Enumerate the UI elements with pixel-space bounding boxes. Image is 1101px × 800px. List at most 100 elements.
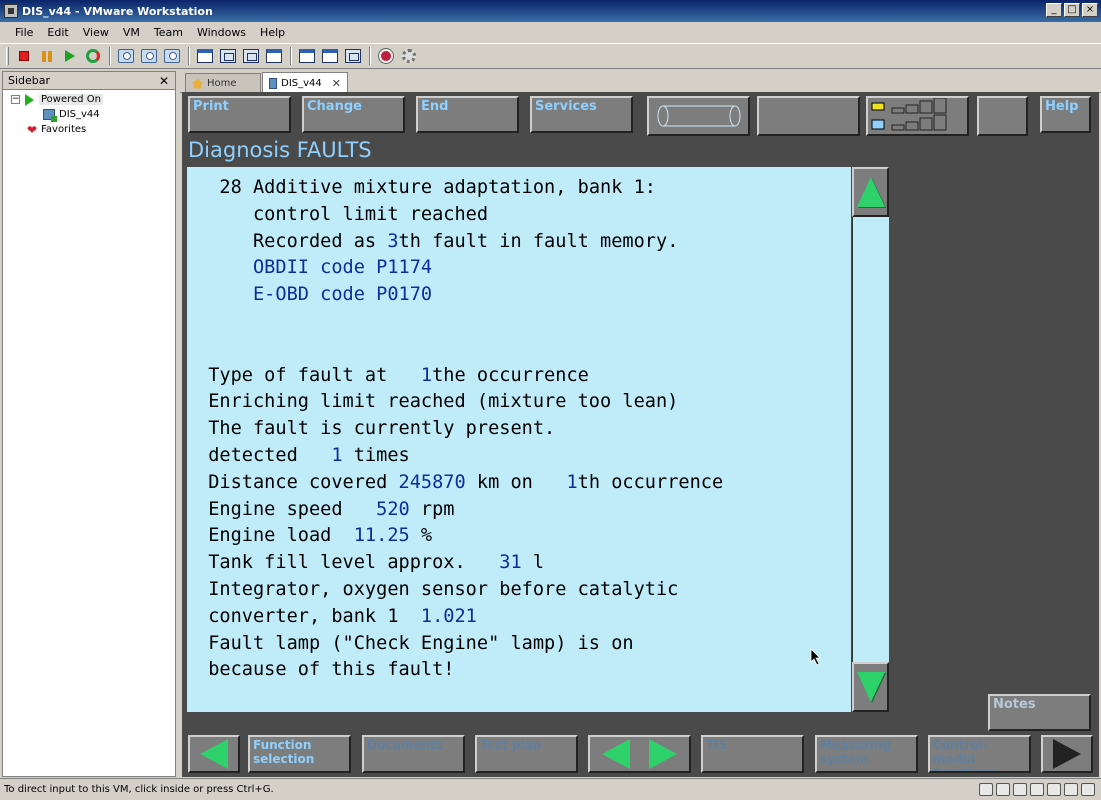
services-button[interactable]: Services xyxy=(530,96,633,133)
page-navigation-button[interactable] xyxy=(588,735,691,773)
menu-edit[interactable]: Edit xyxy=(40,26,75,39)
record-button[interactable] xyxy=(375,46,397,66)
test-plan-button[interactable]: Test plan xyxy=(475,735,578,773)
unity-icon xyxy=(266,49,282,63)
toolbar-grip[interactable] xyxy=(6,47,9,65)
arrow-up-icon xyxy=(856,177,885,207)
close-button[interactable]: × xyxy=(1082,3,1098,17)
sidebar-close-icon[interactable]: ✕ xyxy=(159,74,169,88)
cd-rom-icon[interactable] xyxy=(996,783,1010,796)
measuring-label-2: system xyxy=(820,752,869,766)
documents-button[interactable]: Documents xyxy=(362,735,465,773)
end-button[interactable]: End xyxy=(416,96,519,133)
load-suffix: % xyxy=(409,525,433,547)
gear-icon xyxy=(402,49,416,63)
recorded-suffix: th fault in fault memory. xyxy=(398,230,679,252)
integrator-value: 1.021 xyxy=(420,605,477,627)
reset-button[interactable] xyxy=(82,46,104,66)
collapse-icon[interactable]: − xyxy=(11,95,20,104)
revert-snapshot-button[interactable] xyxy=(138,46,160,66)
eobd-code: E-OBD code P0170 xyxy=(252,284,433,306)
tree-vm-item[interactable]: DIS_v44 xyxy=(11,107,175,122)
tab-vm[interactable]: DIS_v44 ✕ xyxy=(262,72,348,93)
tank-value: 31 xyxy=(499,552,522,574)
integrator-prefix: converter, bank 1 xyxy=(208,605,421,627)
fault-line: because of this fault! xyxy=(197,659,454,680)
speed-suffix: rpm xyxy=(409,498,455,520)
window-title: DIS_v44 - VMware Workstation xyxy=(22,4,213,18)
fault-line: Enriching limit reached (mixture too lea… xyxy=(197,391,678,412)
floppy-icon[interactable] xyxy=(1013,783,1027,796)
back-button[interactable] xyxy=(188,735,240,773)
powered-on-icon xyxy=(25,93,34,106)
sound-icon[interactable] xyxy=(1064,783,1078,796)
title-bar: DIS_v44 - VMware Workstation _ □ × xyxy=(0,0,1101,22)
speed-value: 520 xyxy=(376,498,410,520)
tis-button[interactable]: TIS xyxy=(701,735,804,773)
control-label-2: functions xyxy=(933,766,997,773)
tank-suffix: l xyxy=(521,552,545,574)
fault-line: Integrator, oxygen sensor before catalyt… xyxy=(197,579,678,600)
measuring-system-button[interactable]: Measuring system xyxy=(815,735,918,773)
tree-favorites[interactable]: ❤ Favorites xyxy=(11,122,175,137)
power-on-button[interactable] xyxy=(59,46,81,66)
usb-icon[interactable] xyxy=(1047,783,1061,796)
status-text: To direct input to this VM, click inside… xyxy=(4,784,274,795)
unity-button[interactable] xyxy=(263,46,285,66)
menu-team[interactable]: Team xyxy=(147,26,190,39)
suspend-button[interactable] xyxy=(36,46,58,66)
change-button[interactable]: Change xyxy=(302,96,405,133)
tab-close-icon[interactable]: ✕ xyxy=(332,77,341,90)
function-selection-button[interactable]: Function selection xyxy=(248,735,351,773)
menu-windows[interactable]: Windows xyxy=(190,26,253,39)
help-button[interactable]: Help xyxy=(1040,96,1091,133)
control-module-functions-button[interactable]: Control-modul functions xyxy=(928,735,1031,773)
record-icon xyxy=(379,49,393,63)
summary-view-button[interactable] xyxy=(296,46,318,66)
power-off-button[interactable] xyxy=(13,46,35,66)
toolbar xyxy=(0,43,1101,69)
tree-powered-on[interactable]: − Powered On xyxy=(11,92,175,107)
home-icon xyxy=(192,78,203,89)
arrow-right-icon[interactable] xyxy=(648,739,677,769)
maximize-button[interactable]: □ xyxy=(1064,3,1080,17)
scrollbar-track[interactable] xyxy=(852,167,889,712)
scroll-down-button[interactable] xyxy=(852,662,889,712)
show-sidebar-button[interactable] xyxy=(194,46,216,66)
tank-prefix: Tank fill level approx. xyxy=(208,552,500,574)
full-screen-button[interactable] xyxy=(240,46,262,66)
settings-button[interactable] xyxy=(398,46,420,66)
fault-line: detected 1 times xyxy=(197,445,410,466)
quick-switch-button[interactable] xyxy=(217,46,239,66)
fault-line: OBDII code P1174 xyxy=(197,257,432,278)
fault-line: Type of fault at 1the occurrence xyxy=(197,365,589,386)
thumbnail-view-button[interactable] xyxy=(342,46,364,66)
summary-icon xyxy=(299,49,315,63)
snapshot-button[interactable] xyxy=(115,46,137,66)
arrow-left-icon[interactable] xyxy=(602,739,631,769)
vm-tree: − Powered On DIS_v44 ❤ Favorites xyxy=(3,90,175,137)
fault-description-cont: control limit reached xyxy=(252,203,489,225)
tab-bar: Home DIS_v44 ✕ xyxy=(180,71,1101,93)
hard-disk-icon[interactable] xyxy=(979,783,993,796)
snapshot-manager-button[interactable] xyxy=(161,46,183,66)
menu-file[interactable]: File xyxy=(8,26,40,39)
forward-button[interactable] xyxy=(1041,735,1093,773)
console-icon xyxy=(322,49,338,63)
menu-view[interactable]: View xyxy=(76,26,116,39)
fault-line: 28 Additive mixture adaptation, bank 1: xyxy=(197,177,656,198)
scroll-up-button[interactable] xyxy=(852,167,889,217)
menu-help[interactable]: Help xyxy=(253,26,292,39)
print-button[interactable]: Print xyxy=(188,96,291,133)
console-view-button[interactable] xyxy=(319,46,341,66)
menu-vm[interactable]: VM xyxy=(116,26,147,39)
minimize-button[interactable]: _ xyxy=(1046,3,1062,17)
arrow-right-icon xyxy=(1053,739,1081,769)
tab-home[interactable]: Home xyxy=(185,73,261,93)
message-icon[interactable] xyxy=(1081,783,1095,796)
quick-switch-icon xyxy=(220,49,236,63)
network-icon[interactable] xyxy=(1030,783,1044,796)
notes-button[interactable]: Notes xyxy=(988,694,1091,731)
load-prefix: Engine load xyxy=(208,525,354,547)
type-value: 1 xyxy=(420,364,433,386)
